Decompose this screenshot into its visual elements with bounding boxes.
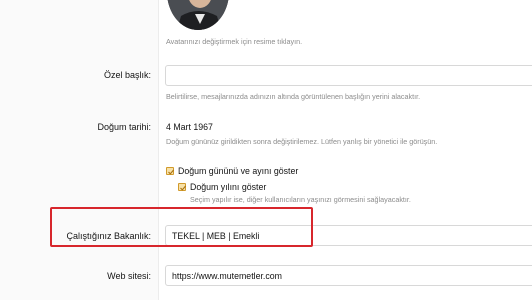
- website-label: Web sitesi:: [107, 271, 151, 281]
- avatar-hint: Avatarınızı değiştirmek için resime tıkl…: [166, 37, 303, 46]
- avatar[interactable]: [167, 0, 229, 30]
- custom-title-label: Özel başlık:: [103, 70, 151, 80]
- checkmark-icon: [180, 185, 187, 191]
- birthday-hint: Doğum gününüz girildikten sonra değiştir…: [166, 137, 438, 146]
- highlight-box: [50, 207, 313, 247]
- avatar-photo: [167, 0, 229, 30]
- show-day-month-checkbox[interactable]: [166, 167, 175, 175]
- show-year-label[interactable]: Doğum yılını göster: [190, 182, 266, 192]
- form-label-column: [0, 0, 159, 300]
- show-year-checkbox[interactable]: [178, 183, 187, 191]
- website-input[interactable]: https://www.mutemetler.com: [165, 265, 532, 286]
- checkmark-icon: [168, 169, 175, 175]
- birthday-label: Doğum tarihi:: [97, 122, 151, 132]
- birthday-value: 4 Mart 1967: [166, 122, 213, 132]
- show-year-hint: Seçim yapılır ise, diğer kullanıcıların …: [190, 195, 411, 204]
- custom-title-input[interactable]: [165, 65, 532, 86]
- show-day-month-label[interactable]: Doğum gününü ve ayını göster: [178, 166, 298, 176]
- custom-title-hint: Belirtilirse, mesajlarınızda adınızın al…: [166, 92, 421, 101]
